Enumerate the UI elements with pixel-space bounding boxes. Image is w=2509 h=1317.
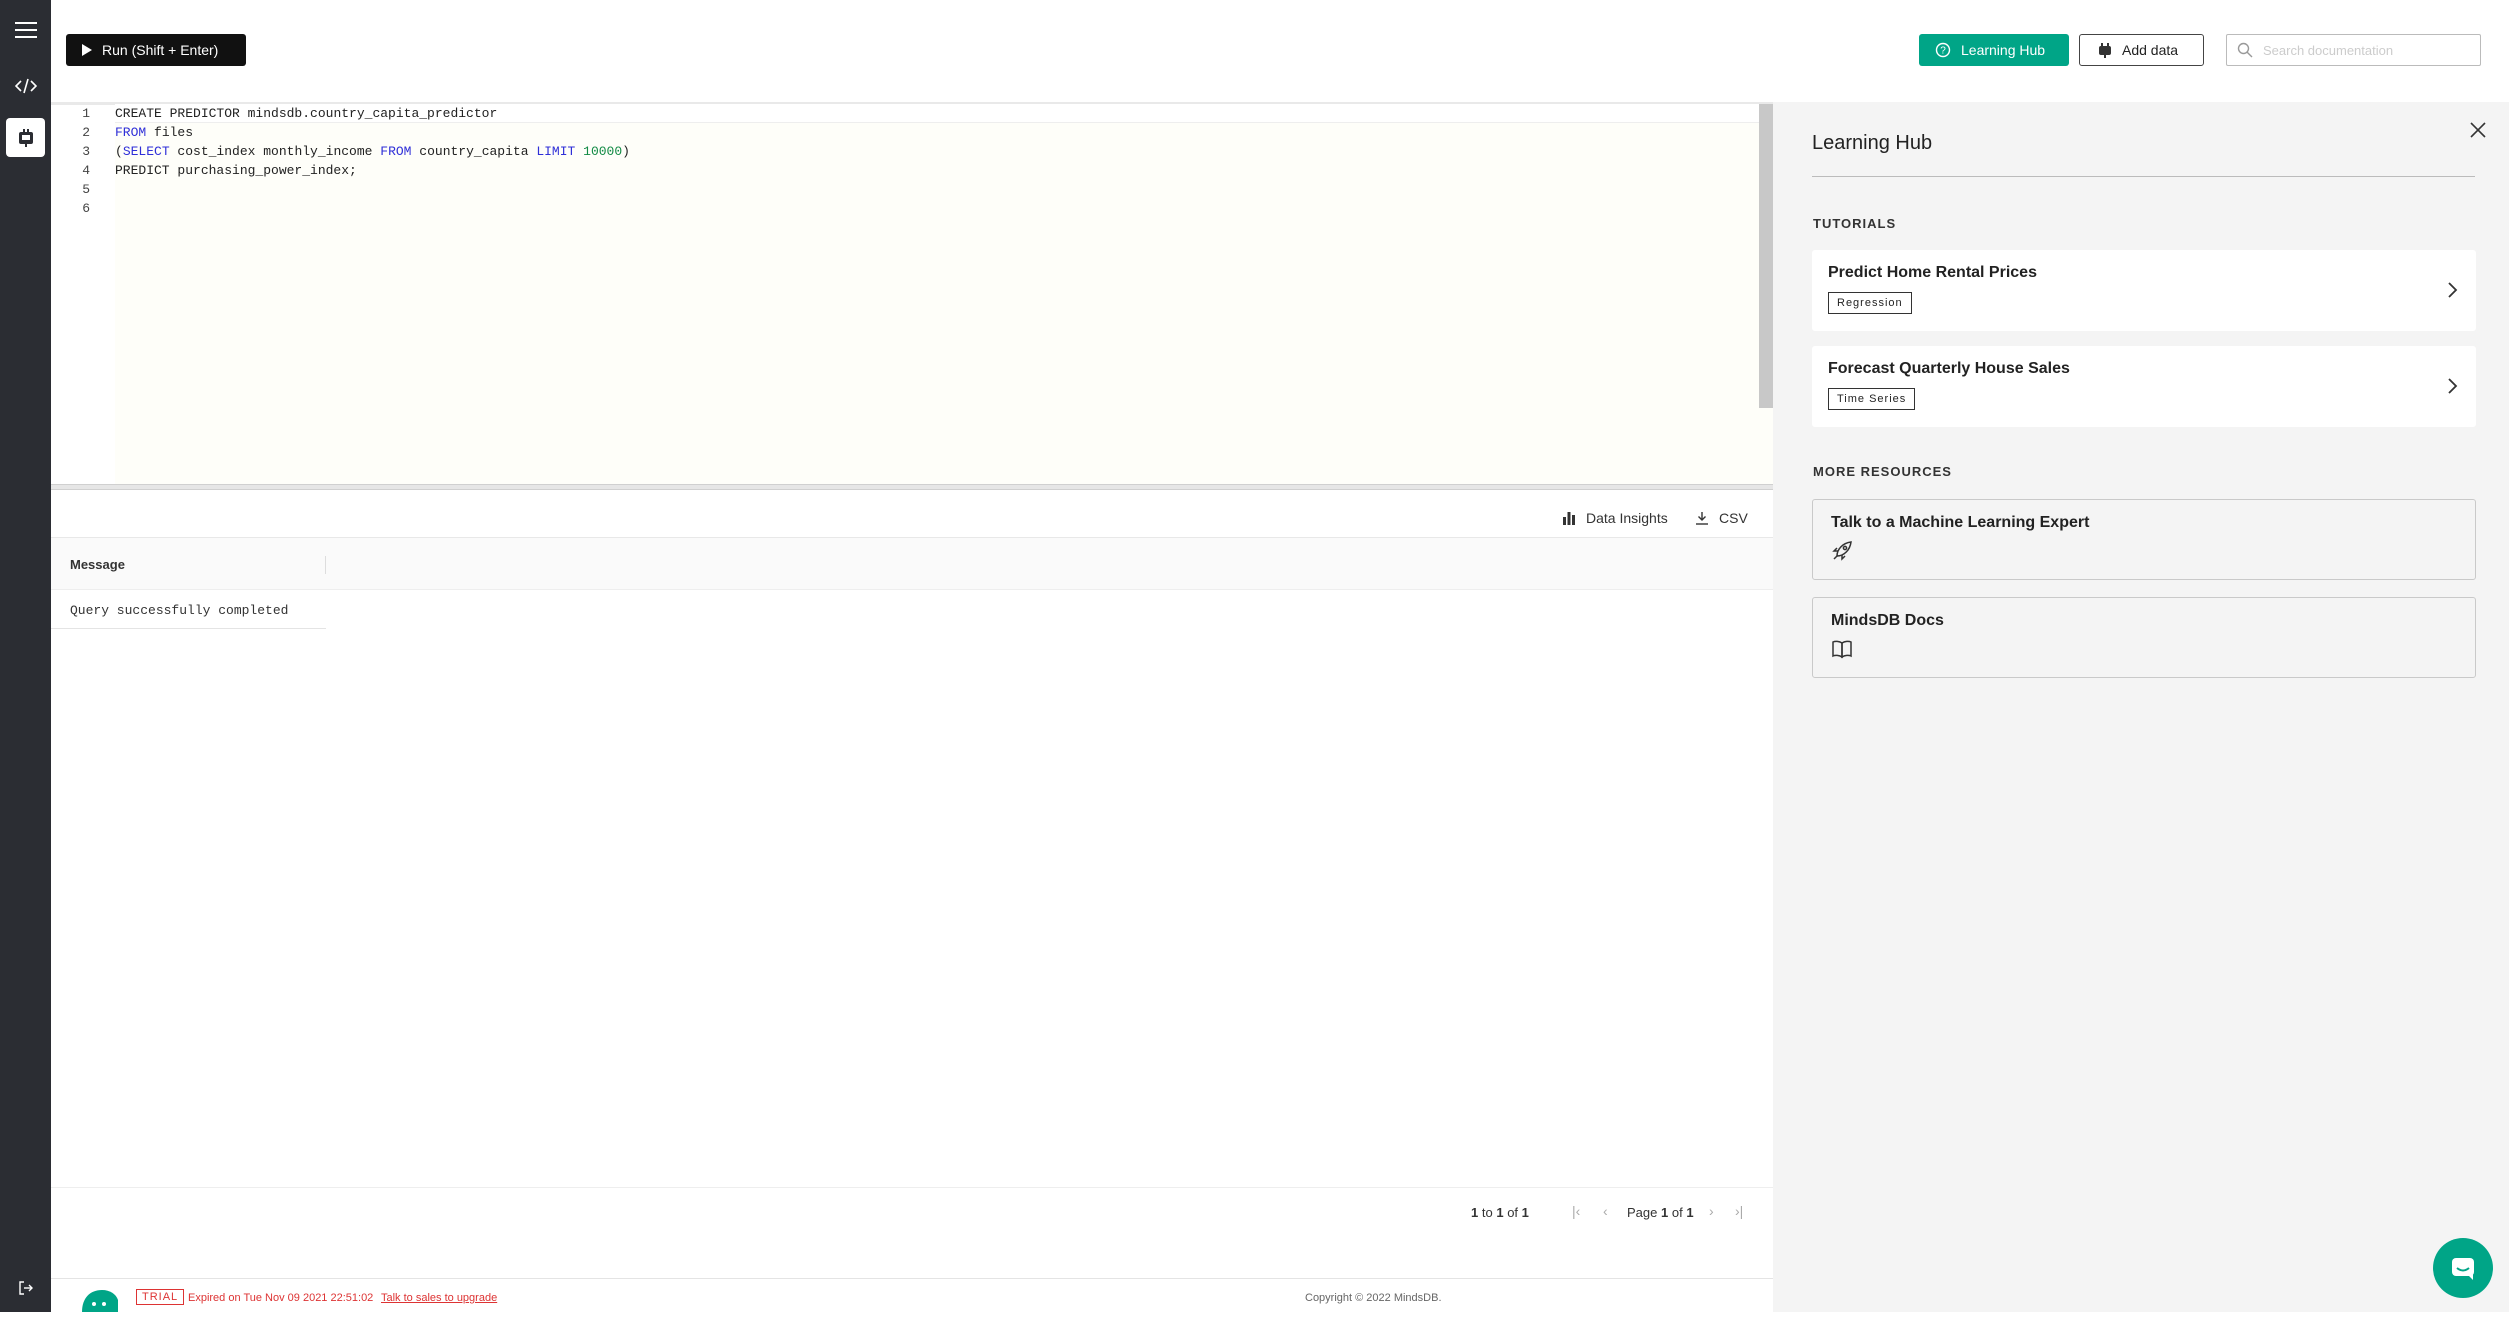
chevron-right-icon (2448, 282, 2458, 298)
results-panel (51, 490, 1773, 1278)
trial-badge: TRIAL (136, 1289, 185, 1305)
download-icon (1696, 512, 1708, 525)
run-button-label: Run (Shift + Enter) (102, 42, 219, 58)
line-number: 3 (82, 144, 90, 159)
resource-card-docs[interactable]: MindsDB Docs (1812, 597, 2476, 678)
expiry-text: Expired on Tue Nov 09 2021 22:51:02 (188, 1292, 374, 1304)
book-icon (1832, 640, 1852, 659)
editor-scrollbar[interactable] (1759, 104, 1773, 408)
database-plug-icon[interactable] (6, 118, 45, 157)
data-insights-button[interactable]: Data Insights (1562, 510, 1668, 526)
svg-text:?: ? (1940, 46, 1946, 57)
csv-label: CSV (1719, 510, 1748, 526)
menu-icon[interactable] (0, 10, 51, 50)
row-divider (51, 628, 326, 629)
copyright-text: Copyright © 2022 MindsDB. (1305, 1292, 1442, 1304)
line-number: 4 (82, 163, 90, 178)
more-resources-heading: MORE RESOURCES (1813, 464, 1952, 479)
code-line[interactable]: FROM files (115, 125, 193, 140)
code-line[interactable]: PREDICT purchasing_power_index; (115, 163, 357, 178)
help-circle-icon: ? (1935, 42, 1951, 58)
chat-icon (2452, 1258, 2474, 1280)
tutorial-card[interactable]: Forecast Quarterly House Sales Time Seri… (1812, 346, 2476, 427)
close-icon[interactable] (2466, 118, 2490, 142)
tutorial-card[interactable]: Predict Home Rental Prices Regression (1812, 250, 2476, 331)
code-editor-icon[interactable] (0, 66, 51, 106)
line-number: 1 (82, 106, 90, 121)
tutorial-tag: Regression (1828, 292, 1912, 314)
upgrade-link[interactable]: Talk to sales to upgrade (381, 1292, 497, 1304)
rocket-icon (1832, 541, 1852, 561)
code-line[interactable]: (SELECT cost_index monthly_income FROM c… (115, 144, 630, 159)
last-page-icon[interactable]: ›| (1735, 1203, 1743, 1219)
run-button[interactable]: Run (Shift + Enter) (66, 34, 246, 66)
add-data-button[interactable]: Add data (2079, 34, 2204, 66)
next-page-icon[interactable]: › (1709, 1203, 1714, 1219)
bar-chart-icon (1563, 512, 1575, 525)
table-cell: Query successfully completed (70, 603, 289, 618)
panel-divider (1812, 176, 2475, 177)
first-page-icon[interactable]: |‹ (1572, 1203, 1580, 1219)
search-input[interactable] (2263, 42, 2463, 58)
learning-hub-button[interactable]: ? Learning Hub (1919, 34, 2069, 66)
tutorials-heading: TUTORIALS (1813, 216, 1897, 231)
tutorial-title: Forecast Quarterly House Sales (1828, 360, 2070, 377)
column-resize-handle[interactable] (325, 556, 326, 574)
chat-support-button[interactable] (2433, 1238, 2493, 1298)
row-range: 1 to 1 of 1 (1471, 1205, 1529, 1220)
tutorial-title: Predict Home Rental Prices (1828, 264, 2037, 281)
line-number: 6 (82, 201, 90, 216)
search-icon (2237, 42, 2253, 58)
mindsdb-logo (80, 1286, 120, 1317)
code-line[interactable]: CREATE PREDICTOR mindsdb.country_capita_… (115, 106, 497, 121)
left-rail (0, 0, 51, 1312)
panel-title: Learning Hub (1812, 132, 1933, 154)
page-indicator: Page 1 of 1 (1627, 1205, 1694, 1220)
chevron-right-icon (2448, 378, 2458, 394)
csv-download-button[interactable]: CSV (1695, 510, 1748, 526)
resource-title: Talk to a Machine Learning Expert (1831, 514, 2090, 531)
column-header-message[interactable]: Message (70, 557, 125, 572)
learning-hub-button-label: Learning Hub (1961, 42, 2046, 58)
previous-page-icon[interactable]: ‹ (1603, 1203, 1608, 1219)
line-number: 5 (82, 182, 90, 197)
sql-editor[interactable] (51, 102, 1773, 486)
line-number: 2 (82, 125, 90, 140)
tutorial-tag: Time Series (1828, 388, 1916, 410)
plug-icon (2099, 43, 2111, 58)
results-toolbar (51, 496, 1773, 538)
search-documentation[interactable] (2226, 34, 2481, 66)
add-data-button-label: Add data (2122, 42, 2179, 58)
resource-title: MindsDB Docs (1831, 612, 1944, 629)
data-insights-label: Data Insights (1586, 510, 1668, 526)
play-icon (82, 44, 92, 56)
resource-card-ml-expert[interactable]: Talk to a Machine Learning Expert (1812, 499, 2476, 580)
logout-icon[interactable] (0, 1268, 51, 1308)
grid-header (51, 538, 1773, 590)
